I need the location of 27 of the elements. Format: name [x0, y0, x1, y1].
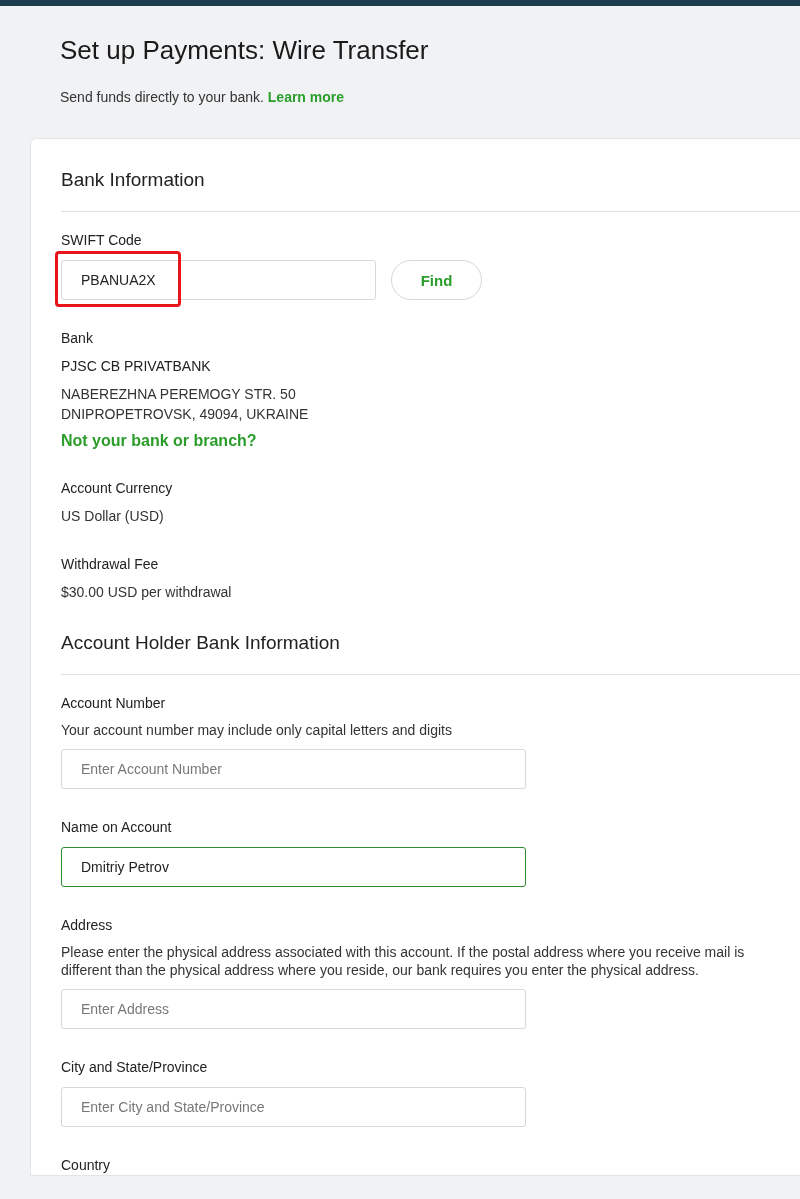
- field-label: Name on Account: [61, 818, 172, 837]
- text-field[interactable]: Enter City and State/Province: [61, 1087, 526, 1127]
- text-field[interactable]: Enter Account Number: [61, 749, 526, 789]
- field-hint: Your account number may include only capital letters and digits: [61, 721, 452, 739]
- bank-name: PJSC CB PRIVATBANK: [61, 357, 211, 376]
- field-hint: Please enter the physical address associated with this account. If the postal address where you receive mail is different than the physical address where you reside, our bank requires you enter the physical address.: [61, 943, 746, 979]
- section-heading: Account Holder Bank Information: [61, 630, 800, 675]
- field-label: Country: [61, 1156, 111, 1175]
- field-value: $30.00 USD per withdrawal: [61, 583, 232, 602]
- bank-address: NABEREZHNA PEREMOGY STR. 50 DNIPROPETROVSK, 49094, UKRAINE: [61, 385, 309, 424]
- text-field[interactable]: Dmitriy Petrov: [61, 847, 526, 887]
- field-label: Account Number: [61, 694, 166, 713]
- find-button[interactable]: Find: [391, 260, 482, 300]
- page-title: Set up Payments: Wire Transfer: [60, 34, 430, 66]
- field-value: US Dollar (USD): [61, 507, 164, 526]
- learn-more-link[interactable]: Learn more: [267, 89, 345, 105]
- field-label: SWIFT Code: [61, 231, 142, 250]
- field-label: Account Currency: [61, 479, 173, 498]
- field-label: Bank: [61, 329, 93, 348]
- page-subtitle: Send funds directly to your bank. Learn more: [60, 88, 346, 107]
- field-label: City and State/Province: [61, 1058, 208, 1077]
- swift-code-field[interactable]: PBANUA2X: [61, 260, 376, 300]
- not-your-bank-link[interactable]: Not your bank or branch?: [61, 432, 257, 450]
- text-field[interactable]: Enter Address: [61, 989, 526, 1029]
- field-label: Withdrawal Fee: [61, 555, 159, 574]
- section-heading: Bank Information: [61, 167, 800, 212]
- field-label: Address: [61, 916, 113, 935]
